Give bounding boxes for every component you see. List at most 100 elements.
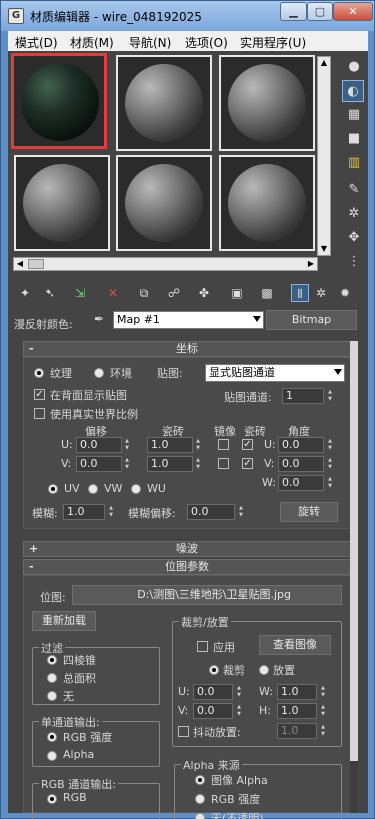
make-unique-icon[interactable]: ☍	[165, 284, 183, 302]
close-button[interactable]: ✕	[333, 2, 373, 21]
blur-offset-spinner[interactable]: 0.0	[187, 504, 235, 520]
bitmap-params-rollout-header[interactable]: - 位图参数	[23, 559, 351, 575]
jitter-checkbox[interactable]	[178, 726, 189, 737]
mapping-dropdown[interactable]: 显式贴图通道	[205, 364, 345, 382]
rollout-scroll-thumb[interactable]	[350, 341, 358, 761]
go-to-parent-icon[interactable]: ✲	[312, 284, 330, 302]
maximize-button[interactable]: ▢	[307, 2, 333, 21]
u-tiling-spinner[interactable]: 1.0	[147, 437, 193, 453]
video-color-check-icon[interactable]: ▥	[343, 152, 365, 174]
apply-checkbox[interactable]	[197, 641, 208, 652]
material-map-navigator-icon[interactable]: ⋮	[343, 251, 365, 273]
eyedropper-icon[interactable]: ✒	[90, 310, 108, 328]
rgb-output-radio[interactable]	[47, 794, 57, 804]
sample-type-icon[interactable]: ●	[343, 56, 365, 78]
crop-w-spinner[interactable]: 1.0	[277, 684, 317, 700]
sample-slot-1[interactable]	[11, 53, 107, 149]
spinner-arrows-icon[interactable]: ▲ ▼	[107, 505, 115, 519]
v-angle-spinner[interactable]: 0.0	[278, 456, 324, 472]
w-angle-spinner[interactable]: 0.0	[278, 475, 324, 491]
reload-button[interactable]: 重新加载	[32, 611, 96, 631]
go-forward-to-sibling-icon[interactable]: ✹	[336, 284, 354, 302]
bitmap-path-button[interactable]: D:\测图\三维地形\卫星贴图.jpg	[72, 585, 342, 605]
filter-summed-area-radio[interactable]	[47, 673, 57, 683]
u-offset-spinner[interactable]: 0.0	[76, 437, 122, 453]
mono-alpha-radio[interactable]	[47, 751, 57, 761]
alpha-rgb-intensity-radio[interactable]	[195, 794, 205, 804]
spinner-arrows-icon[interactable]: ▲ ▼	[123, 438, 131, 452]
title-bar[interactable]: G 材质编辑器 - wire_048192025 ▁ ▢ ✕	[1, 1, 374, 31]
sample-slot-2[interactable]	[116, 55, 212, 151]
scroll-up-icon[interactable]: ▲	[318, 57, 330, 69]
v-tile-checkbox[interactable]: ✓	[242, 458, 253, 469]
mono-rgb-intensity-radio[interactable]	[47, 732, 57, 742]
texture-radio[interactable]	[34, 368, 44, 378]
scroll-right-icon[interactable]: ▶	[305, 258, 317, 270]
assign-to-selection-icon[interactable]: ⇲	[71, 284, 89, 302]
scroll-thumb[interactable]	[28, 259, 44, 269]
menu-navigation[interactable]: 导航(N)	[129, 34, 171, 51]
show-end-result-icon[interactable]: ⫴	[291, 284, 309, 302]
spinner-arrows-icon[interactable]: ▲ ▼	[319, 724, 327, 738]
make-preview-icon[interactable]: ✎	[343, 179, 365, 201]
map-name-dropdown[interactable]: Map #1	[113, 311, 264, 329]
scroll-down-icon[interactable]: ▼	[318, 243, 330, 255]
alpha-none-radio[interactable]	[195, 813, 205, 819]
filter-none-radio[interactable]	[47, 691, 57, 701]
spinner-arrows-icon[interactable]: ▲ ▼	[123, 457, 131, 471]
environ-radio[interactable]	[94, 368, 104, 378]
slots-horizontal-scrollbar[interactable]: ◀ ▶	[13, 257, 318, 271]
spinner-arrows-icon[interactable]: ▲ ▼	[194, 457, 202, 471]
select-by-material-icon[interactable]: ✥	[343, 227, 365, 249]
blur-spinner[interactable]: 1.0	[63, 504, 105, 520]
u-angle-spinner[interactable]: 0.0	[278, 437, 324, 453]
map-type-button[interactable]: Bitmap	[266, 310, 357, 330]
v-offset-spinner[interactable]: 0.0	[76, 456, 122, 472]
map-channel-spinner[interactable]: 1	[282, 388, 324, 404]
wu-radio[interactable]	[131, 484, 141, 494]
uv-radio[interactable]	[48, 484, 58, 494]
spinner-arrows-icon[interactable]: ▲ ▼	[326, 438, 334, 452]
minimize-button[interactable]: ▁	[280, 2, 307, 21]
sample-slot-4[interactable]	[14, 155, 110, 251]
spinner-arrows-icon[interactable]: ▲ ▼	[326, 389, 334, 403]
menu-options[interactable]: 选项(O)	[185, 34, 228, 51]
v-tiling-spinner[interactable]: 1.0	[147, 456, 193, 472]
spinner-arrows-icon[interactable]: ▲ ▼	[319, 704, 327, 718]
spinner-arrows-icon[interactable]: ▲ ▼	[235, 704, 243, 718]
filter-pyramidal-radio[interactable]	[47, 655, 57, 665]
show-map-in-viewport-icon[interactable]: ▩	[258, 284, 276, 302]
vw-radio[interactable]	[88, 484, 98, 494]
real-world-scale-checkbox[interactable]	[34, 408, 45, 419]
spinner-arrows-icon[interactable]: ▲ ▼	[326, 457, 334, 471]
sample-slot-5[interactable]	[116, 155, 212, 251]
jitter-spinner[interactable]: 1.0	[277, 723, 317, 739]
reset-map-icon[interactable]: ✕	[104, 284, 122, 302]
put-to-library-icon[interactable]: ✤	[195, 284, 213, 302]
scroll-left-icon[interactable]: ◀	[14, 258, 26, 270]
v-mirror-checkbox[interactable]	[218, 458, 229, 469]
menu-utilities[interactable]: 实用程序(U)	[240, 34, 306, 51]
spinner-arrows-icon[interactable]: ▲ ▼	[194, 438, 202, 452]
options-icon[interactable]: ✲	[343, 203, 365, 225]
menu-mode[interactable]: 模式(D)	[15, 34, 58, 51]
spinner-arrows-icon[interactable]: ▲ ▼	[235, 685, 243, 699]
show-map-on-back-checkbox[interactable]: ✓	[34, 389, 45, 400]
crop-v-spinner[interactable]: 0.0	[193, 703, 233, 719]
spinner-arrows-icon[interactable]: ▲ ▼	[237, 505, 245, 519]
view-image-button[interactable]: 查看图像	[259, 635, 331, 655]
crop-u-spinner[interactable]: 0.0	[193, 684, 233, 700]
sample-slot-6[interactable]	[219, 155, 315, 251]
sample-uv-tiling-icon[interactable]: ■	[343, 128, 365, 150]
get-material-icon[interactable]: ✦	[16, 284, 34, 302]
coordinates-rollout-header[interactable]: - 坐标	[23, 341, 351, 357]
sample-slot-3[interactable]	[219, 55, 315, 151]
rotate-button[interactable]: 旋转	[280, 502, 338, 522]
material-id-channel-icon[interactable]: ▣	[228, 284, 246, 302]
noise-rollout-header[interactable]: + 噪波	[23, 541, 351, 557]
place-radio[interactable]	[259, 665, 269, 675]
u-tile-checkbox[interactable]: ✓	[242, 439, 253, 450]
make-copy-icon[interactable]: ⧉	[135, 284, 153, 302]
slots-vertical-scrollbar[interactable]: ▲ ▼	[317, 56, 331, 256]
menu-material[interactable]: 材质(M)	[70, 34, 114, 51]
